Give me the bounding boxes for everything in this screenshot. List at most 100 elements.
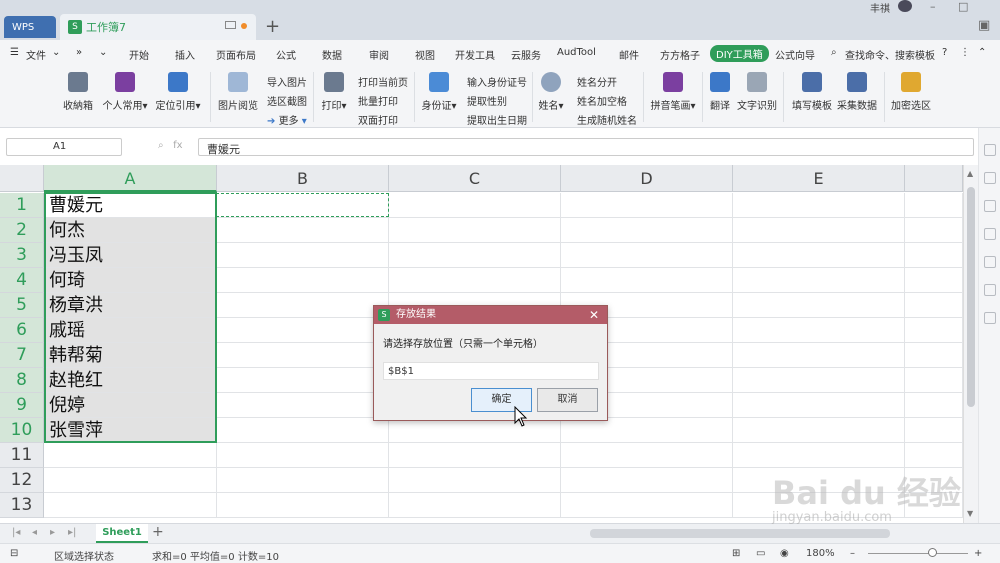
row-header[interactable]: 11 <box>0 443 44 468</box>
empty-cell[interactable] <box>389 218 561 243</box>
menu-audtool[interactable]: AudTool <box>557 47 596 58</box>
cell-a10[interactable]: 张雪萍 <box>44 418 217 443</box>
print-current-page[interactable]: 打印当前页 <box>358 74 408 89</box>
name-button[interactable]: 姓名▾ <box>537 68 565 112</box>
empty-cell[interactable] <box>905 218 963 243</box>
command-search[interactable]: 查找命令、搜索模板 <box>845 47 935 62</box>
row-header[interactable]: 12 <box>0 468 44 493</box>
column-header-a[interactable]: A <box>44 165 217 192</box>
extract-gender[interactable]: 提取性别 <box>467 93 507 108</box>
more-link[interactable]: ➔ 更多 ▾ <box>267 112 307 127</box>
empty-cell[interactable] <box>733 393 905 418</box>
empty-cell[interactable] <box>389 418 561 443</box>
empty-cell[interactable] <box>217 268 389 293</box>
empty-cell[interactable] <box>561 493 733 518</box>
hamburger-icon[interactable]: ☰ <box>10 47 19 58</box>
personal-common-button[interactable]: 个人常用▾ <box>100 68 150 112</box>
empty-cell[interactable] <box>217 418 389 443</box>
cell-a2[interactable]: 何杰 <box>44 218 217 243</box>
row-header[interactable]: 7 <box>0 343 44 368</box>
empty-cell[interactable] <box>733 218 905 243</box>
dialog-titlebar[interactable]: S 存放结果 ✕ <box>374 306 607 324</box>
zoom-in-icon[interactable]: + <box>974 548 982 559</box>
empty-cell[interactable] <box>217 293 389 318</box>
document-tab[interactable]: S 工作簿7 <box>60 14 256 40</box>
menu-data[interactable]: 数据 <box>322 47 342 62</box>
empty-cell[interactable] <box>217 218 389 243</box>
empty-cell[interactable] <box>561 218 733 243</box>
vertical-scroll-thumb[interactable] <box>967 187 975 407</box>
location-input[interactable]: $B$1 <box>383 362 599 380</box>
empty-cell[interactable] <box>44 493 217 518</box>
chevron-down-icon[interactable]: ⌄ <box>52 47 60 58</box>
empty-cell[interactable] <box>905 418 963 443</box>
zoom-slider[interactable] <box>868 553 968 554</box>
empty-cell[interactable] <box>389 493 561 518</box>
more-chevron-icon[interactable]: ⌄ <box>99 47 107 58</box>
empty-cell[interactable] <box>905 393 963 418</box>
column-header-d[interactable]: D <box>561 165 733 192</box>
menu-formula-wizard[interactable]: 公式向导 <box>775 47 815 62</box>
cell-a6[interactable]: 戚瑶 <box>44 318 217 343</box>
empty-cell[interactable] <box>905 443 963 468</box>
menu-mail[interactable]: 邮件 <box>619 47 639 62</box>
sheet-tab-sheet1[interactable]: Sheet1 <box>96 524 148 543</box>
page-layout-icon[interactable]: ▭ <box>756 548 765 559</box>
empty-cell[interactable] <box>44 443 217 468</box>
cell-a3[interactable]: 冯玉凤 <box>44 243 217 268</box>
empty-cell[interactable] <box>217 193 389 218</box>
empty-cell[interactable] <box>561 443 733 468</box>
empty-cell[interactable] <box>389 193 561 218</box>
empty-cell[interactable] <box>733 443 905 468</box>
name-box[interactable]: A1 <box>6 138 122 156</box>
empty-cell[interactable] <box>905 468 963 493</box>
history-tool-icon[interactable] <box>984 284 996 296</box>
first-sheet-icon[interactable]: |◂ <box>12 527 20 538</box>
empty-cell[interactable] <box>733 368 905 393</box>
row-header[interactable]: 5 <box>0 293 44 318</box>
normal-view-icon[interactable]: ⊞ <box>732 548 740 559</box>
fill-template-button[interactable]: 填写模板 <box>790 68 834 112</box>
empty-cell[interactable] <box>733 293 905 318</box>
zoom-level[interactable]: 180% <box>806 548 835 559</box>
row-header[interactable]: 1 <box>0 193 44 218</box>
region-screenshot[interactable]: 选区截图 <box>267 93 307 108</box>
menu-review[interactable]: 审阅 <box>369 47 389 62</box>
new-tab-plus-icon[interactable]: + <box>265 16 280 37</box>
empty-cell[interactable] <box>733 193 905 218</box>
cell-a4[interactable]: 何琦 <box>44 268 217 293</box>
empty-cell[interactable] <box>561 243 733 268</box>
translate-button[interactable]: 翻译 <box>708 68 732 112</box>
empty-cell[interactable] <box>733 343 905 368</box>
empty-cell[interactable] <box>733 268 905 293</box>
encrypt-selection-button[interactable]: 加密选区 <box>890 68 932 112</box>
name-add-space[interactable]: 姓名加空格 <box>577 93 627 108</box>
empty-cell[interactable] <box>561 468 733 493</box>
empty-cell[interactable] <box>389 268 561 293</box>
empty-cell[interactable] <box>217 368 389 393</box>
formula-input[interactable]: 曹媛元 <box>198 138 974 156</box>
cell-a9[interactable]: 倪婷 <box>44 393 217 418</box>
print-button[interactable]: 打印▾ <box>318 68 350 112</box>
more-options-icon[interactable]: ⋮ <box>960 47 970 58</box>
duplex-print[interactable]: 双面打印 <box>358 112 398 127</box>
monitor-icon[interactable] <box>225 21 236 29</box>
help-tool-icon[interactable] <box>984 312 996 324</box>
empty-cell[interactable] <box>217 243 389 268</box>
input-id-number[interactable]: 输入身份证号 <box>467 74 527 89</box>
empty-cell[interactable] <box>733 493 905 518</box>
menu-page-layout[interactable]: 页面布局 <box>216 47 256 62</box>
row-header[interactable]: 10 <box>0 418 44 443</box>
skin-icon[interactable]: ▣ <box>978 18 990 33</box>
minimize-icon[interactable]: – <box>930 0 936 13</box>
scroll-down-icon[interactable]: ▼ <box>967 509 973 518</box>
ocr-button[interactable]: 文字识别 <box>736 68 778 112</box>
empty-cell[interactable] <box>905 318 963 343</box>
avatar[interactable] <box>898 0 912 12</box>
menu-diy-toolbox[interactable]: DIY工具箱 <box>710 45 769 62</box>
empty-cell[interactable] <box>733 468 905 493</box>
menu-developer[interactable]: 开发工具 <box>455 47 495 62</box>
menu-file[interactable]: 文件 <box>26 47 46 62</box>
cancel-button[interactable]: 取消 <box>537 388 598 412</box>
extract-birthdate[interactable]: 提取出生日期 <box>467 112 527 127</box>
